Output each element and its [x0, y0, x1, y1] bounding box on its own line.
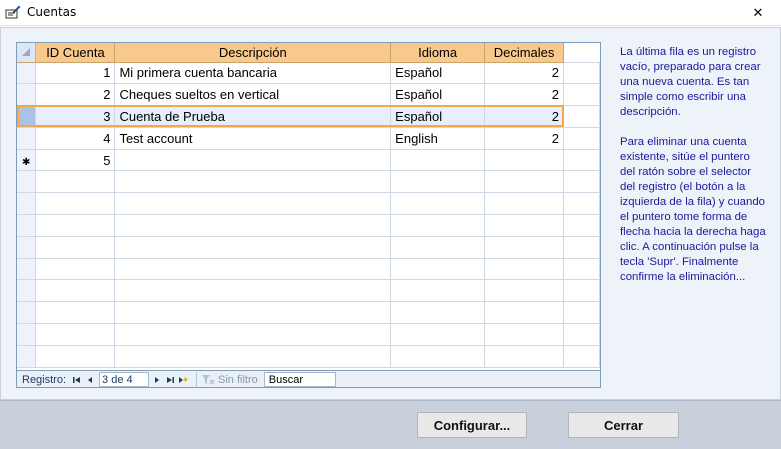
table-header-row: ID Cuenta Descripción Idioma Decimales [17, 43, 600, 63]
app-icon [5, 4, 21, 20]
cell-decimales[interactable]: 2 [484, 127, 565, 150]
close-button[interactable]: Cerrar [568, 412, 679, 438]
cell-id[interactable]: 1 [35, 62, 116, 85]
cell-idioma[interactable]: English [390, 127, 486, 150]
select-all-corner[interactable] [17, 43, 37, 63]
table-row: 1 Mi primera cuenta bancaria Español 2 [17, 62, 600, 85]
accounts-table: ID Cuenta Descripción Idioma Decimales 1… [17, 43, 600, 368]
close-icon: ✕ [752, 5, 764, 21]
cell-descripcion[interactable]: Cuenta de Prueba [114, 105, 392, 128]
row-filler [563, 149, 600, 172]
close-window-button[interactable]: ✕ [735, 0, 781, 26]
new-record-selector[interactable]: ✱ [17, 149, 37, 172]
window-title: Cuentas [27, 5, 77, 19]
cell-decimales[interactable]: 2 [484, 105, 565, 128]
cell-decimales[interactable]: 2 [484, 83, 565, 107]
filter-label: Sin filtro [218, 373, 258, 386]
cell-descripcion-new[interactable] [114, 149, 392, 172]
help-paragraph-new-record: La última fila es un registro vacío, pre… [620, 46, 761, 118]
empty-row [17, 214, 600, 237]
empty-row [17, 345, 600, 368]
column-header-descripcion[interactable]: Descripción [114, 43, 392, 63]
search-input[interactable]: Buscar [263, 372, 336, 387]
title-bar: Cuentas ✕ [0, 0, 781, 26]
form-body: ID Cuenta Descripción Idioma Decimales 1… [0, 27, 781, 400]
record-label: Registro: [22, 373, 67, 386]
cell-idioma[interactable]: Español [390, 62, 486, 85]
record-position-field[interactable]: 3 de 4 [99, 372, 150, 387]
table-row-new: ✱ 5 [17, 149, 600, 172]
next-record-icon[interactable] [151, 373, 163, 387]
new-record-asterisk-icon: ✱ [22, 156, 31, 168]
empty-row [17, 323, 600, 346]
row-filler [563, 83, 600, 107]
filter-indicator[interactable]: Sin filtro [196, 371, 258, 387]
cell-descripcion[interactable]: Test account [114, 127, 392, 150]
configure-button[interactable]: Configurar... [417, 412, 527, 438]
empty-row [17, 170, 600, 194]
help-panel: La última fila es un registro vacío, pre… [620, 45, 768, 300]
row-filler [563, 127, 600, 150]
cell-idioma-new[interactable] [390, 149, 486, 172]
empty-row [17, 236, 600, 259]
record-selector[interactable] [17, 62, 37, 85]
empty-row [17, 258, 600, 281]
accounts-datasheet: ID Cuenta Descripción Idioma Decimales 1… [16, 42, 601, 388]
header-filler [563, 43, 600, 63]
cell-id[interactable]: 2 [35, 83, 116, 107]
row-filler [563, 62, 600, 85]
cell-decimales[interactable]: 2 [484, 62, 565, 85]
empty-row [17, 301, 600, 325]
cell-descripcion[interactable]: Cheques sueltos en vertical [114, 83, 392, 107]
cell-descripcion[interactable]: Mi primera cuenta bancaria [114, 62, 392, 85]
table-row: 2 Cheques sueltos en vertical Español 2 [17, 83, 600, 107]
record-selector[interactable] [17, 83, 37, 107]
column-header-decimales[interactable]: Decimales [484, 43, 565, 63]
corner-triangle-icon [22, 47, 31, 56]
cell-id[interactable]: 4 [35, 127, 116, 150]
filter-icon [202, 374, 215, 385]
record-selector-current[interactable] [17, 105, 37, 128]
cell-id[interactable]: 3 [35, 105, 116, 128]
last-record-icon[interactable] [164, 373, 176, 387]
cell-idioma[interactable]: Español [390, 83, 486, 107]
empty-row [17, 192, 600, 216]
column-header-idioma[interactable]: Idioma [390, 43, 486, 63]
new-record-icon[interactable] [177, 373, 189, 387]
row-filler [563, 105, 600, 128]
cell-decimales-new[interactable] [484, 149, 565, 172]
cell-id-new[interactable]: 5 [35, 149, 116, 172]
previous-record-icon[interactable] [84, 373, 96, 387]
first-record-icon[interactable] [71, 373, 83, 387]
cell-idioma[interactable]: Español [390, 105, 486, 128]
column-header-id[interactable]: ID Cuenta [35, 43, 116, 63]
record-navigation-bar: Registro: 3 de 4 Sin filtro Buscar [17, 370, 600, 387]
table-row: 4 Test account English 2 [17, 127, 600, 150]
datasheet-grid-area: ID Cuenta Descripción Idioma Decimales 1… [17, 43, 600, 370]
empty-row [17, 279, 600, 303]
button-footer: Configurar... Cerrar [0, 400, 781, 449]
table-row-current: 3 Cuenta de Prueba Español 2 [17, 105, 600, 128]
record-selector[interactable] [17, 127, 37, 150]
help-paragraph-delete-record: Para eliminar una cuenta existente, sitú… [620, 136, 766, 283]
